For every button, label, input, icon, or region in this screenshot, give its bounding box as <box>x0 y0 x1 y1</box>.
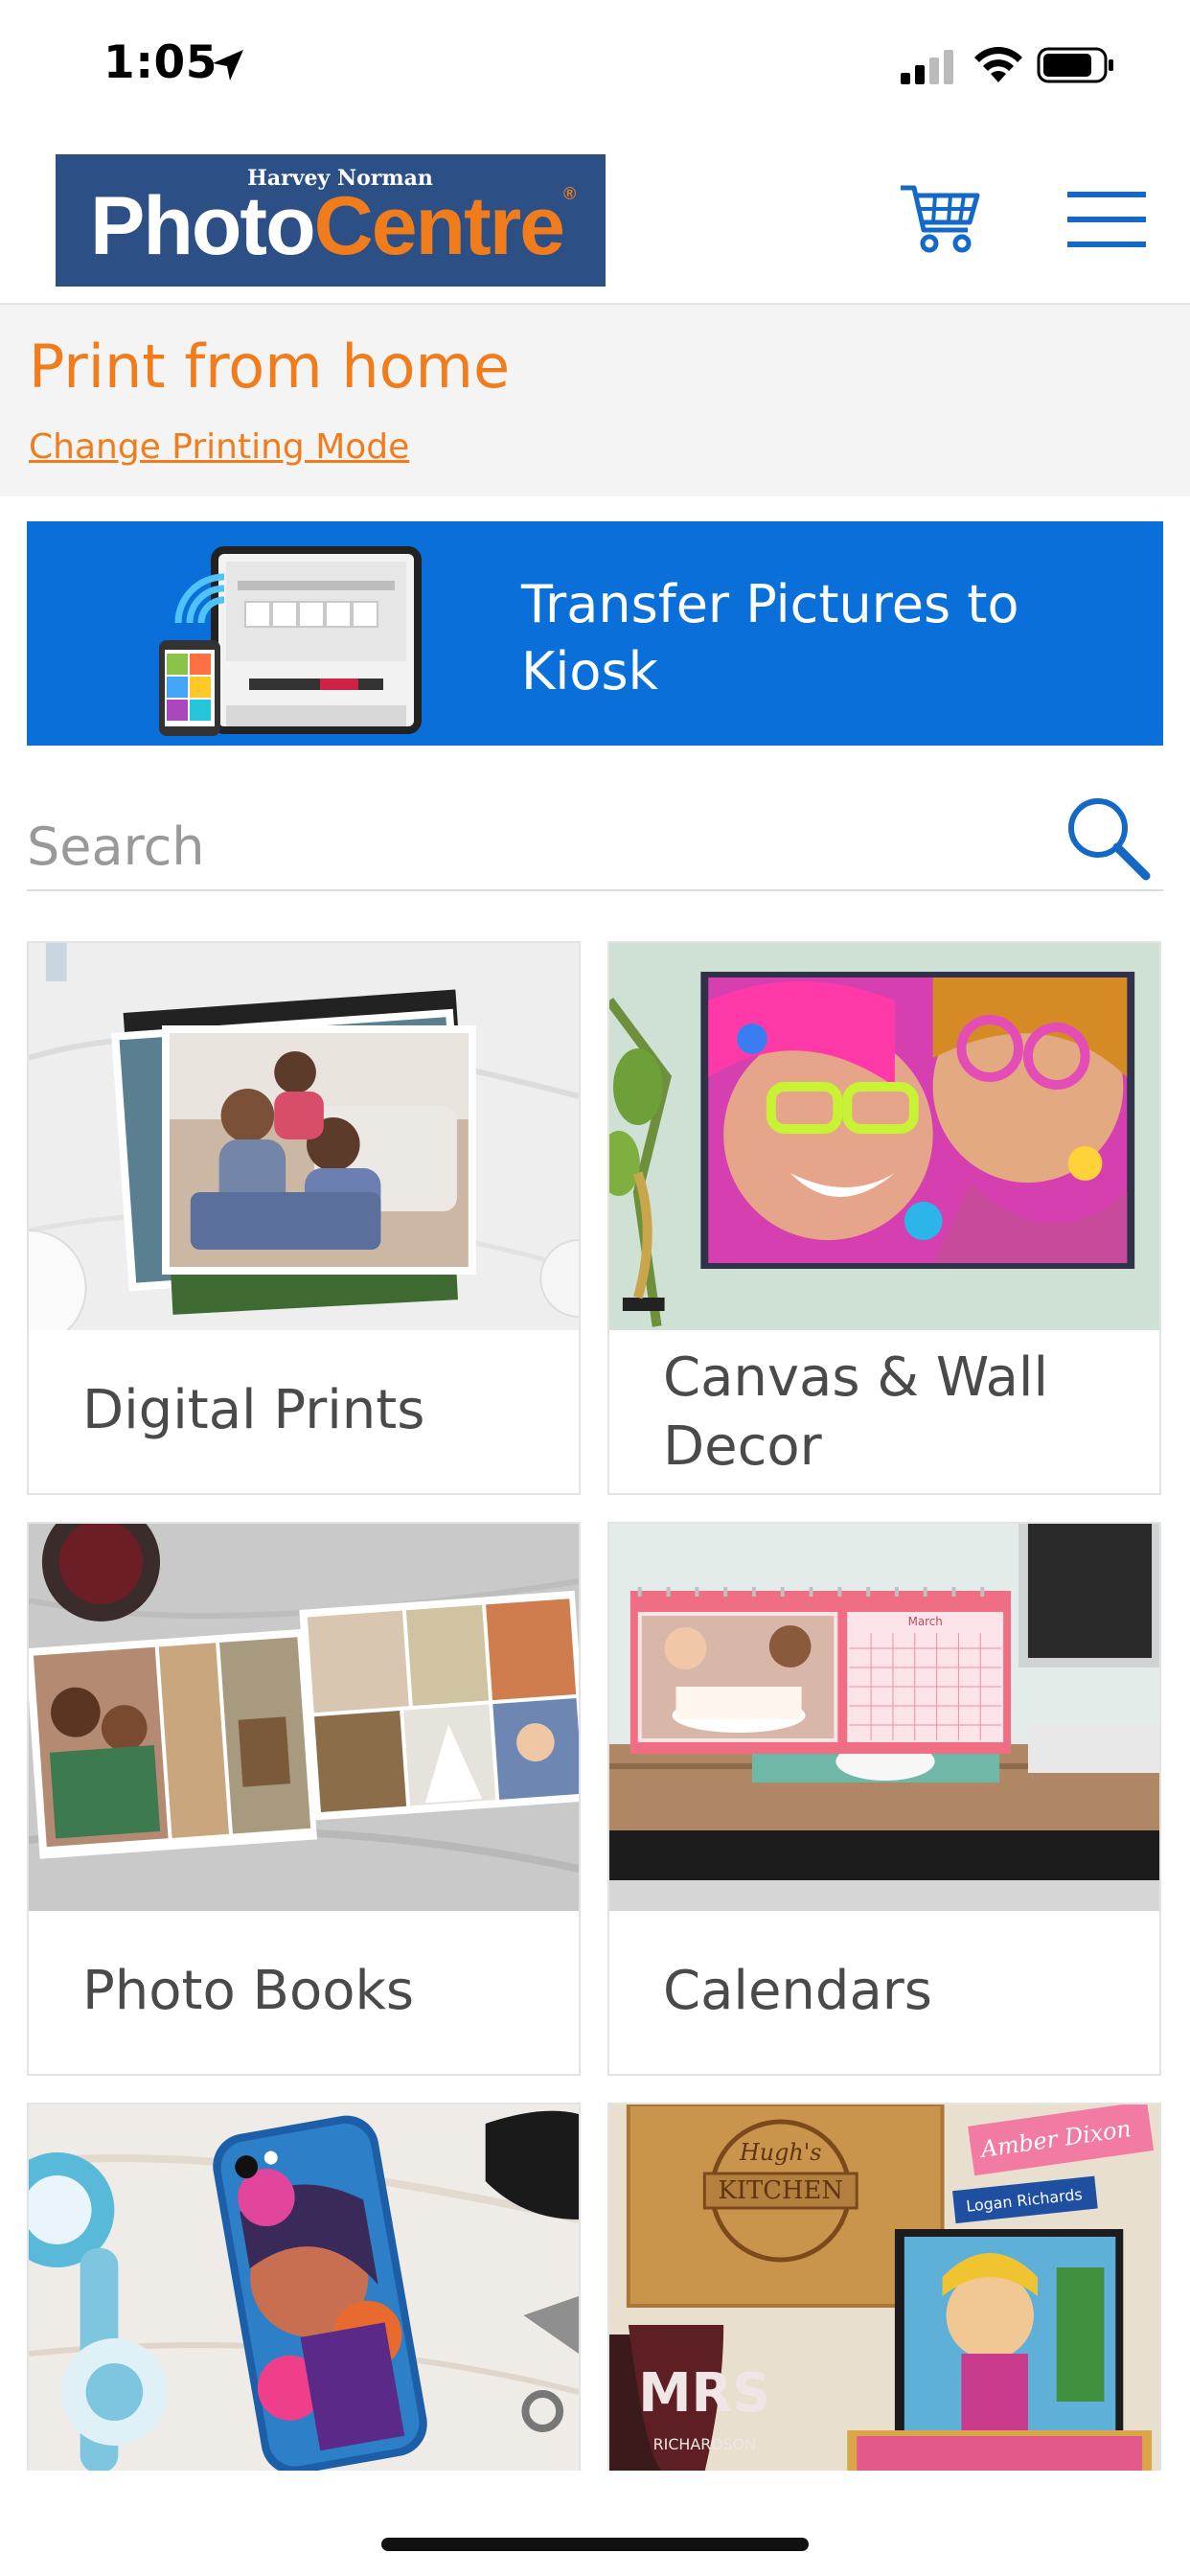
calendars-label: Calendars <box>663 1960 932 2022</box>
search-bar <box>27 786 1163 891</box>
svg-text:RICHARDSON: RICHARDSON <box>653 2435 756 2453</box>
product-tile-personalised-gifts[interactable]: KITCHEN Hugh's Amber Dixon Logan Richard… <box>607 2103 1161 2471</box>
logo-wordmark: PhotoCentre® <box>90 184 576 267</box>
shopping-cart-icon[interactable] <box>899 180 981 257</box>
transfer-to-kiosk-banner[interactable]: Transfer Pictures to Kiosk <box>27 521 1163 746</box>
logo-registered-mark: ® <box>563 184 576 203</box>
logo-word-centre: Centre <box>313 180 565 272</box>
photo-books-image <box>29 1524 579 1911</box>
digital-prints-image <box>29 943 579 1330</box>
digital-prints-label: Digital Prints <box>82 1379 425 1441</box>
svg-text:KITCHEN: KITCHEN <box>719 2176 843 2205</box>
status-time: 1:05 <box>103 36 217 89</box>
cellular-signal-icon <box>901 50 953 84</box>
search-icon[interactable] <box>1064 794 1152 882</box>
printing-mode-title: Print from home <box>29 332 511 402</box>
location-arrow-icon <box>213 50 243 80</box>
printing-mode-band: Print from home Change Printing Mode <box>0 305 1190 496</box>
calendars-image: March <box>609 1524 1159 1911</box>
logo-word-photo: Photo <box>90 180 316 272</box>
canvas-wall-decor-image <box>609 943 1159 1330</box>
harvey-norman-photocentre-logo[interactable]: Harvey Norman PhotoCentre® <box>56 154 606 287</box>
change-printing-mode-link[interactable]: Change Printing Mode <box>29 427 409 467</box>
status-bar: 1:05 <box>0 0 1190 134</box>
hamburger-menu-icon[interactable] <box>1067 190 1146 249</box>
battery-icon <box>1037 47 1113 83</box>
svg-text:March: March <box>908 1615 943 1628</box>
personalised-gifts-image: KITCHEN Hugh's Amber Dixon Logan Richard… <box>609 2104 1159 2471</box>
kiosk-transfer-illustration <box>159 546 422 736</box>
app-header: Harvey Norman PhotoCentre® <box>0 134 1190 305</box>
canvas-wall-decor-label: Canvas & Wall Decor <box>663 1346 1049 1478</box>
phone-case-image <box>29 2104 579 2471</box>
product-tile-canvas-wall-decor[interactable]: Canvas & Wall Decor <box>607 941 1161 1495</box>
product-tile-phone-cases[interactable] <box>27 2103 581 2471</box>
product-tile-digital-prints[interactable]: Digital Prints <box>27 941 581 1495</box>
wifi-icon <box>974 47 1022 82</box>
transfer-to-kiosk-label: Transfer Pictures to Kiosk <box>521 574 1019 702</box>
photo-books-label: Photo Books <box>82 1960 415 2022</box>
svg-text:Hugh's: Hugh's <box>739 2139 821 2166</box>
product-tile-calendars[interactable]: March Calendars <box>607 1522 1161 2076</box>
search-input[interactable] <box>27 809 1042 884</box>
svg-text:MRS: MRS <box>638 2362 770 2425</box>
home-indicator[interactable] <box>381 2538 809 2551</box>
product-tile-photo-books[interactable]: Photo Books <box>27 1522 581 2076</box>
